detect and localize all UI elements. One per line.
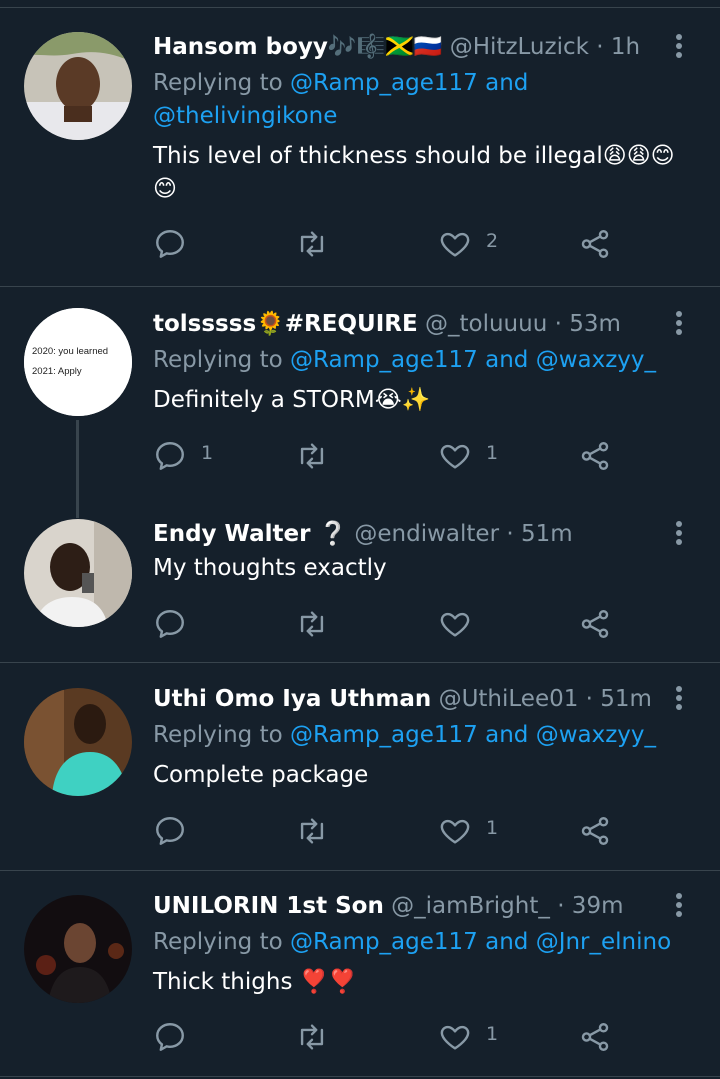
- like-count: 1: [486, 817, 499, 839]
- avatar[interactable]: [24, 519, 132, 627]
- like-count: 1: [486, 1023, 499, 1045]
- thread-line: [76, 420, 79, 518]
- user-handle[interactable]: @HitzLuzick: [450, 34, 589, 60]
- top-divider: [0, 0, 720, 8]
- avatar[interactable]: [24, 32, 132, 140]
- user-handle[interactable]: @UthiLee01: [439, 686, 579, 712]
- retweet-icon: [300, 231, 324, 257]
- display-name[interactable]: tolsssss🌻#REQUIRE: [153, 311, 418, 337]
- more-vertical-icon[interactable]: [668, 684, 690, 714]
- like-count: 2: [486, 230, 499, 252]
- more-vertical-icon[interactable]: [668, 519, 690, 549]
- heart-icon: [440, 1025, 470, 1050]
- mention-links[interactable]: @Ramp_age117 and @waxzyy_: [290, 347, 656, 373]
- heart-icon: [440, 232, 470, 257]
- retweet-icon: [300, 611, 324, 637]
- tweet-header: Endy Walter ❔ @endiwalter · 51m: [153, 517, 573, 551]
- share-icon: [581, 442, 609, 470]
- avatar[interactable]: [24, 895, 132, 1003]
- more-vertical-icon[interactable]: [668, 309, 690, 339]
- avatar[interactable]: 2020: you learned 2021: Apply: [24, 308, 132, 416]
- tweet-actions: 1: [153, 1017, 633, 1057]
- timestamp[interactable]: · 1h: [596, 34, 640, 60]
- more-vertical-icon[interactable]: [668, 891, 690, 921]
- reply-count: 1: [201, 442, 214, 464]
- display-name[interactable]: Uthi Omo Iya Uthman: [153, 686, 431, 712]
- avatar-text-line-1: 2020: you learned: [32, 346, 108, 357]
- tweet-actions: 2: [153, 224, 633, 264]
- timestamp[interactable]: · 53m: [555, 311, 621, 337]
- tweet-header: Hansom boyy🎶🎼🇯🇲🇷🇺 @HitzLuzick · 1h: [153, 30, 640, 64]
- retweet-icon: [300, 818, 324, 844]
- tweet-text: Definitely a STORM😭✨: [153, 387, 431, 413]
- reply-icon: [156, 1023, 184, 1051]
- more-vertical-icon[interactable]: [668, 32, 690, 62]
- tweet-text: Complete package: [153, 762, 369, 788]
- display-name[interactable]: Endy Walter ❔: [153, 521, 347, 547]
- user-handle[interactable]: @_iamBright_: [391, 893, 550, 919]
- share-icon: [581, 817, 609, 845]
- tweet-actions: 1: [153, 811, 633, 851]
- reply-icon: [156, 817, 184, 845]
- replying-to: Replying to @Ramp_age117 and @Jnr_elnino: [153, 929, 672, 955]
- timestamp[interactable]: · 39m: [557, 893, 623, 919]
- tweet-actions: 1 1: [153, 436, 633, 476]
- retweet-icon: [300, 443, 324, 469]
- tweet-text: This level of thickness should be illega…: [153, 143, 675, 202]
- timestamp[interactable]: · 51m: [586, 686, 652, 712]
- avatar-text-line-2: 2021: Apply: [32, 366, 82, 377]
- heart-icon: [440, 612, 470, 637]
- heart-icon: [440, 444, 470, 469]
- tweet-text: My thoughts exactly: [153, 555, 387, 581]
- timestamp[interactable]: · 51m: [506, 521, 572, 547]
- share-icon: [581, 610, 609, 638]
- reply-icon: [156, 230, 184, 258]
- mention-links[interactable]: @Ramp_age117 and @Jnr_elnino: [290, 929, 671, 955]
- heart-icon: [440, 819, 470, 844]
- divider: [0, 286, 720, 287]
- display-name[interactable]: UNILORIN 1st Son: [153, 893, 384, 919]
- tweet-header: Uthi Omo Iya Uthman @UthiLee01 · 51m: [153, 682, 652, 716]
- mention-links[interactable]: @Ramp_age117 and @waxzyy_: [290, 722, 656, 748]
- replying-to: Replying to @Ramp_age117 and @thelivingi…: [153, 70, 529, 129]
- tweet-actions: [153, 604, 633, 644]
- user-handle[interactable]: @endiwalter: [354, 521, 499, 547]
- tweet-header: tolsssss🌻#REQUIRE @_toluuuu · 53m: [153, 307, 621, 341]
- like-count: 1: [486, 442, 499, 464]
- divider: [0, 870, 720, 871]
- user-handle[interactable]: @_toluuuu: [425, 311, 547, 337]
- replying-to: Replying to @Ramp_age117 and @waxzyy_: [153, 722, 657, 748]
- reply-icon: [156, 610, 184, 638]
- share-icon: [581, 230, 609, 258]
- share-icon: [581, 1023, 609, 1051]
- avatar[interactable]: [24, 688, 132, 796]
- replying-to: Replying to @Ramp_age117 and @waxzyy_: [153, 347, 657, 373]
- retweet-icon: [300, 1024, 324, 1050]
- tweet-text: Thick thighs ❣️❣️: [153, 969, 358, 995]
- divider: [0, 1076, 720, 1077]
- reply-icon: [156, 442, 184, 470]
- divider: [0, 662, 720, 663]
- display-name[interactable]: Hansom boyy🎶🎼🇯🇲🇷🇺: [153, 34, 442, 60]
- tweet-header: UNILORIN 1st Son @_iamBright_ · 39m: [153, 889, 623, 923]
